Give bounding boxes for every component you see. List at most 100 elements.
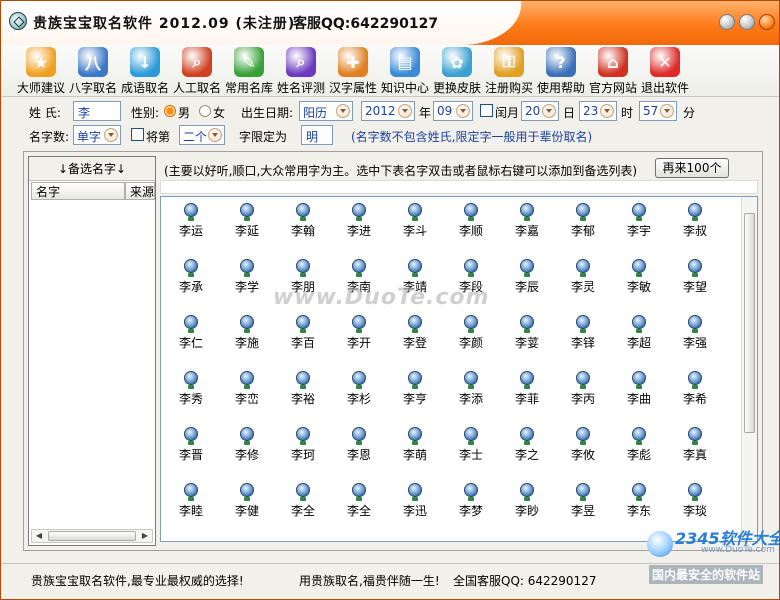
name-cell[interactable]: 李百 (275, 315, 331, 365)
name-cell[interactable]: 李添 (443, 371, 499, 421)
toolbar-button-9[interactable]: ⚿ 注册购买 (483, 47, 535, 97)
toolbar-button-7[interactable]: ▤ 知识中心 (379, 47, 431, 97)
toolbar-button-8[interactable]: ✿ 更换皮肤 (431, 47, 483, 97)
name-cell[interactable]: 李铎 (555, 315, 611, 365)
scrollbar-thumb[interactable] (744, 213, 755, 433)
name-cell[interactable]: 李郁 (555, 203, 611, 253)
name-cell[interactable]: 李全 (331, 483, 387, 533)
name-text: 李颜 (458, 336, 483, 350)
name-cell[interactable]: 李敏 (611, 259, 667, 309)
scroll-left-icon[interactable]: ◀ (33, 531, 45, 541)
name-cell[interactable]: 李灵 (555, 259, 611, 309)
name-cell[interactable]: 李顺 (443, 203, 499, 253)
name-cell[interactable]: 李迅 (387, 483, 443, 533)
name-text: 李顺 (458, 224, 483, 238)
close-button[interactable] (759, 14, 775, 30)
fixed-char-input[interactable]: 明 (301, 125, 333, 145)
toolbar-button-5[interactable]: ⌕ 姓名评测 (275, 47, 327, 97)
toolbar-button-11[interactable]: ⌂ 官方网站 (587, 47, 639, 97)
name-cell[interactable]: 李登 (387, 315, 443, 365)
year-select[interactable]: 2012 (361, 101, 415, 121)
name-cell[interactable]: 李丙 (555, 371, 611, 421)
toolbar-button-4[interactable]: ✎ 常用名库 (223, 47, 275, 97)
name-cell[interactable]: 李萌 (387, 427, 443, 477)
name-cell[interactable]: 李珂 (275, 427, 331, 477)
name-cell[interactable]: 李斗 (387, 203, 443, 253)
column-source-header[interactable]: 来源 (125, 182, 155, 200)
name-cell[interactable]: 李曲 (611, 371, 667, 421)
name-cell[interactable]: 李修 (219, 427, 275, 477)
name-cell[interactable]: 李秀 (163, 371, 219, 421)
name-cell[interactable]: 李亨 (387, 371, 443, 421)
name-cell[interactable]: 李健 (219, 483, 275, 533)
toolbar-button-1[interactable]: 八八字取名 (67, 47, 119, 97)
name-cell[interactable]: 李士 (443, 427, 499, 477)
toolbar-button-3[interactable]: ⌕ 人工取名 (171, 47, 223, 97)
name-cell[interactable]: 李杉 (331, 371, 387, 421)
name-cell[interactable]: 李梦 (443, 483, 499, 533)
toolbar-button-2[interactable]: ↓ 成语取名 (119, 47, 171, 97)
toolbar-button-0[interactable]: ★ 大师建议 (15, 47, 67, 97)
minute-label: 分 (683, 106, 696, 120)
name-cell[interactable]: 李施 (219, 315, 275, 365)
name-cell[interactable]: 李运 (163, 203, 219, 253)
toolbar-button-12[interactable]: ✕ 退出软件 (639, 47, 691, 97)
name-count-select[interactable]: 单字 (73, 125, 121, 145)
name-cell[interactable]: 李荽 (499, 315, 555, 365)
hour-select[interactable]: 23 (579, 101, 617, 121)
toolbar-button-10[interactable]: ? 使用帮助 (535, 47, 587, 97)
generation-checkbox[interactable] (131, 128, 144, 141)
name-cell[interactable]: 李希 (667, 371, 723, 421)
generation-position-select[interactable]: 二个 (179, 125, 225, 145)
column-name-header[interactable]: 名字 (31, 182, 125, 200)
name-cell[interactable]: 李攸 (555, 427, 611, 477)
leap-month-checkbox[interactable] (480, 104, 493, 117)
name-cell[interactable]: 李开 (331, 315, 387, 365)
name-cell[interactable]: 李翰 (275, 203, 331, 253)
name-cell[interactable]: 李仁 (163, 315, 219, 365)
calendar-type-select[interactable]: 阳历 (299, 101, 353, 121)
name-cell[interactable]: 李延 (219, 203, 275, 253)
name-cell[interactable]: 李彪 (611, 427, 667, 477)
name-cell[interactable]: 李真 (667, 427, 723, 477)
name-grid: 李运 李延 李翰 李进 李斗 李顺 李嘉 李郁 李宇 李叔 李承 李学 李朋 李南 李靖 李段 李辰 李灵 李敏 李望… (160, 196, 758, 542)
name-cell[interactable]: 李进 (331, 203, 387, 253)
name-cell[interactable]: 李宇 (611, 203, 667, 253)
name-cell[interactable]: 李菲 (499, 371, 555, 421)
name-cell[interactable]: 李晋 (163, 427, 219, 477)
maximize-button[interactable] (739, 14, 755, 30)
day-select[interactable]: 20 (521, 101, 559, 121)
gender-female-radio[interactable] (199, 105, 211, 117)
scroll-right-icon[interactable]: ▶ (139, 531, 151, 541)
surname-input[interactable]: 李 (73, 101, 121, 121)
toolbar-button-6[interactable]: ✚ 汉字属性 (327, 47, 379, 97)
name-cell[interactable]: 李恩 (331, 427, 387, 477)
name-grid-scrollbar[interactable] (741, 197, 757, 541)
name-cell[interactable]: 李承 (163, 259, 219, 309)
name-cell[interactable]: 李叔 (667, 203, 723, 253)
name-cell[interactable]: 李昱 (555, 483, 611, 533)
more-names-button[interactable]: 再来100个 (655, 158, 729, 178)
minute-select[interactable]: 57 (639, 101, 677, 121)
name-cell[interactable]: 李全 (275, 483, 331, 533)
candidate-list-scrollbar[interactable]: ◀ ▶ (31, 529, 153, 543)
name-cell[interactable]: 李颜 (443, 315, 499, 365)
scrollbar-thumb[interactable] (48, 531, 136, 541)
name-cell[interactable]: 李睦 (163, 483, 219, 533)
name-cell[interactable]: 李之 (499, 427, 555, 477)
name-cell[interactable]: 李眇 (499, 483, 555, 533)
name-text: 李之 (514, 448, 539, 462)
name-cell[interactable]: 李嘉 (499, 203, 555, 253)
minimize-button[interactable] (719, 14, 735, 30)
name-cell[interactable]: 李辰 (499, 259, 555, 309)
name-cell[interactable]: 李超 (611, 315, 667, 365)
name-cell[interactable]: 李望 (667, 259, 723, 309)
name-cell[interactable]: 李强 (667, 315, 723, 365)
month-select[interactable]: 09 (433, 101, 473, 121)
name-bulb-icon (408, 427, 422, 445)
gender-male-radio[interactable] (164, 105, 176, 117)
name-cell[interactable]: 李裕 (275, 371, 331, 421)
name-cell[interactable]: 李学 (219, 259, 275, 309)
name-cell[interactable]: 李峦 (219, 371, 275, 421)
knowledge-book-icon: ▤ (390, 47, 420, 77)
